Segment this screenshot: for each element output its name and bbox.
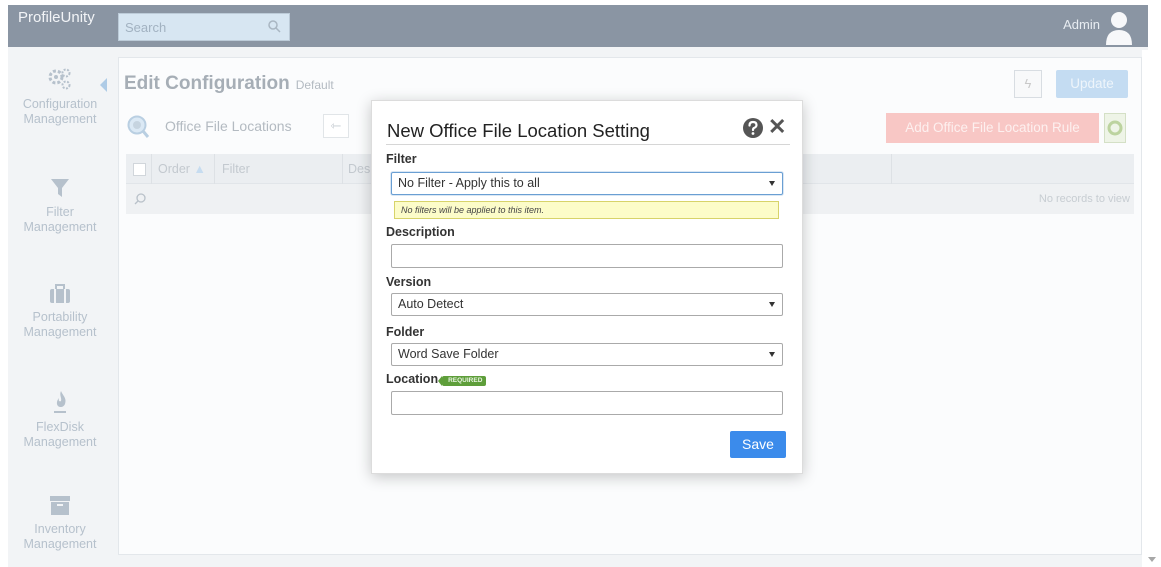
brand-logo[interactable]: ProfileUnity (18, 9, 95, 26)
location-field[interactable] (391, 391, 783, 415)
sidebar-label: Management (23, 537, 97, 551)
folder-label: Folder (386, 325, 425, 339)
sidebar: Configuration Management Filter Manageme… (8, 47, 112, 567)
description-label: Description (386, 225, 455, 239)
column-header-filter[interactable]: Filter (222, 162, 250, 176)
chevron-down-icon (769, 352, 775, 357)
sidebar-label: Management (23, 325, 97, 339)
select-all-checkbox[interactable] (133, 163, 146, 176)
bolt-button[interactable]: ϟ (1014, 70, 1042, 98)
folder-select[interactable]: Word Save Folder (391, 343, 783, 366)
lifebuoy-icon (1107, 120, 1123, 136)
briefcase-icon (50, 284, 70, 303)
magnifier-section-icon (127, 115, 150, 138)
section-title: Office File Locations (165, 118, 292, 134)
column-divider (151, 154, 152, 184)
add-rule-button[interactable]: Add Office File Location Rule (886, 113, 1099, 143)
description-field[interactable] (391, 244, 783, 268)
help-button[interactable] (1104, 113, 1126, 143)
page-title: Edit Configuration Default (124, 73, 334, 95)
help-icon[interactable] (742, 117, 764, 139)
scroll-down-icon[interactable] (1148, 557, 1156, 562)
column-divider (214, 154, 215, 184)
page-title-text: Edit Configuration (124, 73, 290, 94)
sidebar-label: Portability (32, 310, 88, 324)
save-button[interactable]: Save (730, 431, 786, 458)
sidebar-label: Management (23, 435, 97, 449)
user-name[interactable]: Admin (1063, 17, 1100, 32)
sidebar-label: FlexDisk (36, 420, 84, 434)
dialog-divider (386, 144, 790, 145)
sidebar-label: Inventory (34, 522, 86, 536)
column-header-description[interactable]: Des (348, 162, 370, 176)
sidebar-label: Management (23, 220, 97, 234)
filter-icon (51, 179, 69, 197)
sort-asc-icon: ▲ (193, 162, 206, 176)
folder-select-value: Word Save Folder (398, 347, 499, 361)
filter-label: Filter (386, 152, 417, 166)
column-divider (342, 154, 343, 184)
flame-icon (54, 391, 66, 413)
filter-search-icon[interactable] (134, 192, 147, 205)
back-button[interactable]: ⇽ (323, 114, 349, 138)
sidebar-label: Management (23, 112, 97, 126)
search-input[interactable]: Search (125, 20, 166, 35)
avatar-icon[interactable] (1104, 9, 1134, 45)
filter-select-value: No Filter - Apply this to all (398, 176, 540, 190)
version-select[interactable]: Auto Detect (391, 293, 783, 316)
page-subtitle: Default (295, 78, 334, 92)
close-icon[interactable]: ✕ (768, 115, 786, 139)
location-label: Location REQUIRED (386, 372, 487, 386)
back-arrow-icon: ⇽ (330, 118, 342, 133)
chevron-down-icon (769, 302, 775, 307)
filter-hint-tooltip: No filters will be applied to this item. (394, 201, 779, 219)
column-label: Order (158, 162, 190, 176)
sidebar-item-configuration[interactable]: Configuration Management (8, 67, 112, 127)
update-button[interactable]: Update (1056, 70, 1128, 98)
location-label-text: Location (386, 372, 439, 386)
page-scrollbar[interactable] (1142, 50, 1161, 567)
sidebar-label: Filter (46, 205, 74, 219)
archive-icon (50, 496, 70, 515)
column-header-order[interactable]: Order ▲ (158, 162, 206, 176)
filter-select[interactable]: No Filter - Apply this to all (391, 172, 783, 195)
sidebar-item-inventory[interactable]: Inventory Management (8, 494, 112, 552)
dialog-title: New Office File Location Setting (387, 120, 650, 141)
sidebar-item-portability[interactable]: Portability Management (8, 284, 112, 340)
empty-grid-text: No records to view (1038, 193, 1130, 205)
column-divider (891, 154, 892, 184)
sidebar-item-filter[interactable]: Filter Management (8, 177, 112, 235)
sidebar-label: Configuration (22, 97, 98, 111)
sidebar-item-flexdisk[interactable]: FlexDisk Management (8, 390, 112, 450)
search-icon[interactable] (267, 19, 281, 33)
gears-icon (48, 68, 71, 90)
bolt-icon: ϟ (1024, 76, 1032, 91)
required-badge: REQUIRED (438, 376, 487, 386)
search-box[interactable]: Search (118, 13, 290, 41)
new-setting-dialog: New Office File Location Setting ✕ Filte… (371, 100, 803, 474)
version-select-value: Auto Detect (398, 297, 464, 311)
top-bar: ProfileUnity Search Admin (8, 5, 1148, 47)
chevron-down-icon (769, 181, 775, 186)
version-label: Version (386, 275, 432, 289)
